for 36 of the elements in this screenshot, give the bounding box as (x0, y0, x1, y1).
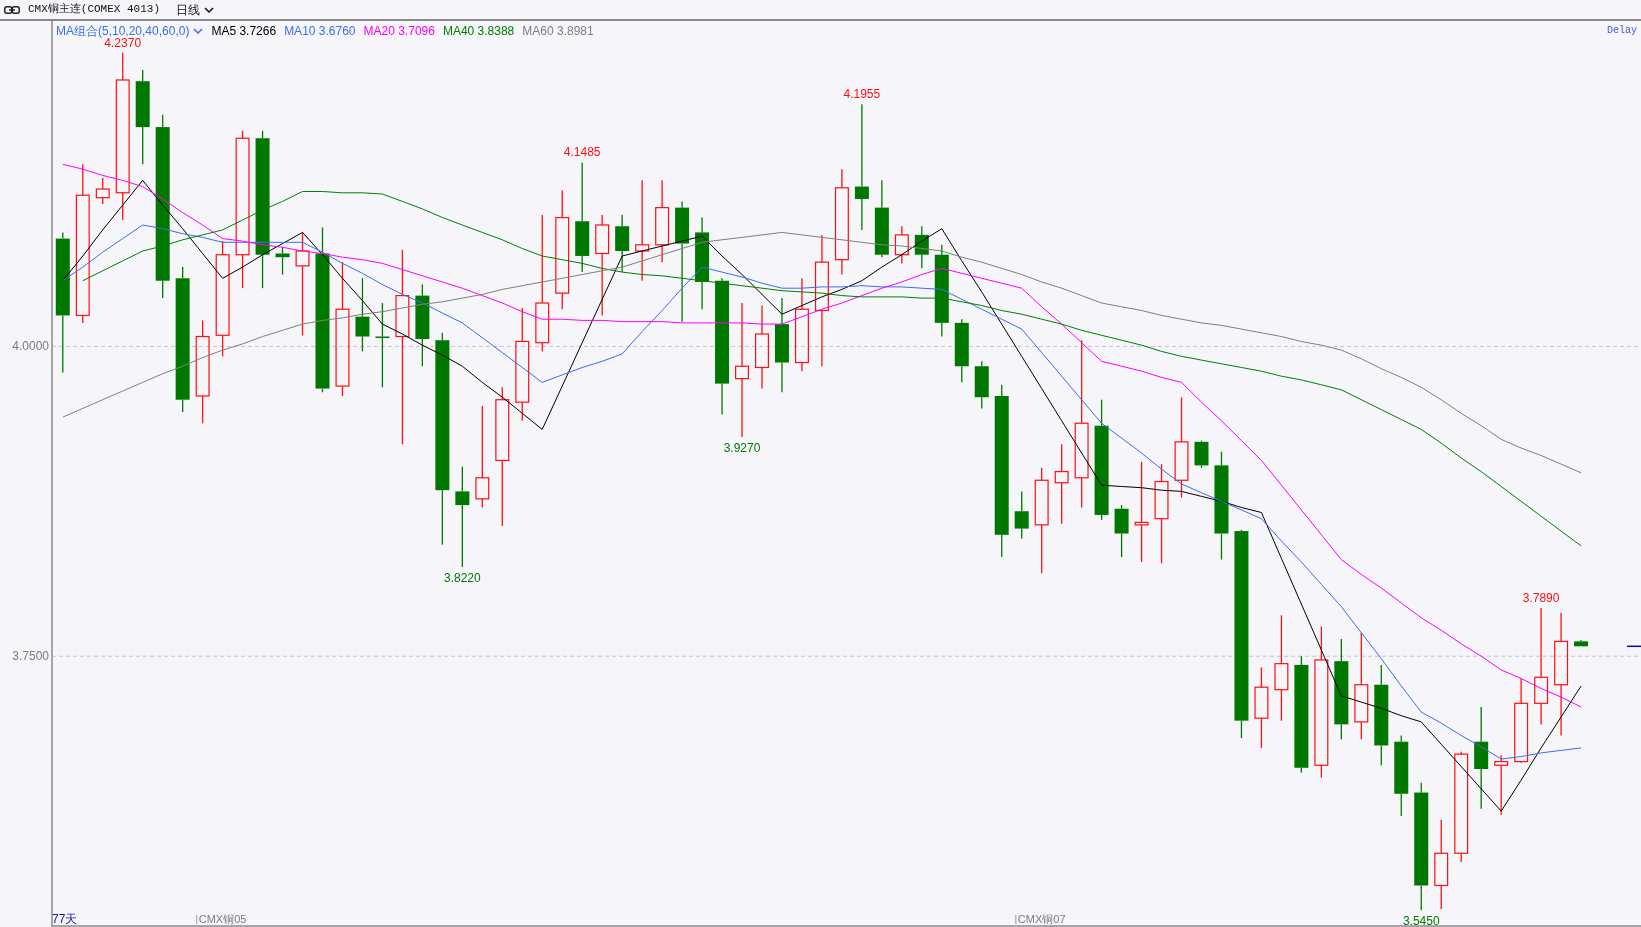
candlestick (95, 177, 110, 205)
caret-icon (204, 6, 215, 13)
legend-item: MA10 3.6760 (284, 23, 356, 40)
period-dropdown[interactable]: 日线 (176, 0, 215, 19)
candlestick (1014, 490, 1029, 540)
axis-label: CMX铜07 (1017, 913, 1066, 925)
candlestick (615, 214, 630, 273)
candlestick (1114, 504, 1129, 558)
candlestick (954, 318, 969, 383)
legend-item: MA5 3.7266 (211, 23, 277, 40)
low-price-label: 3.5450 (1402, 914, 1440, 927)
candlestick (1574, 639, 1589, 647)
candlestick (1494, 754, 1509, 816)
bar-count-label: 77天 (52, 912, 78, 926)
high-price-label: 3.7890 (1522, 590, 1560, 605)
legend-item: MA20 3.7096 (363, 23, 435, 40)
candlestick (275, 246, 290, 276)
link-icon (4, 5, 20, 14)
legend-item: MA60 3.8981 (522, 23, 594, 40)
high-price-label: 4.1955 (843, 87, 881, 102)
candlestick (914, 225, 929, 269)
candlestick (1194, 439, 1209, 469)
indicator-dropdown[interactable]: MA组合(5,10,20,40,60,0) (56, 22, 204, 40)
delay-label: Delay (1607, 24, 1637, 38)
axis-label: 3.7500 (12, 649, 49, 664)
low-price-label: 3.9270 (723, 440, 761, 455)
candlestick (894, 225, 909, 265)
candlestick (974, 360, 989, 410)
price-marker (1626, 645, 1641, 648)
low-price-label: 3.8220 (444, 571, 481, 585)
high-price-label: 4.1485 (563, 145, 601, 160)
legend-item: MA40 3.8388 (442, 23, 515, 40)
axis-label: CMX铜05 (198, 913, 247, 925)
axis-label: 4.0000 (12, 339, 49, 354)
caret-icon (193, 28, 204, 34)
instrument-title: CMX铜主连(COMEX 4013) (28, 2, 161, 18)
